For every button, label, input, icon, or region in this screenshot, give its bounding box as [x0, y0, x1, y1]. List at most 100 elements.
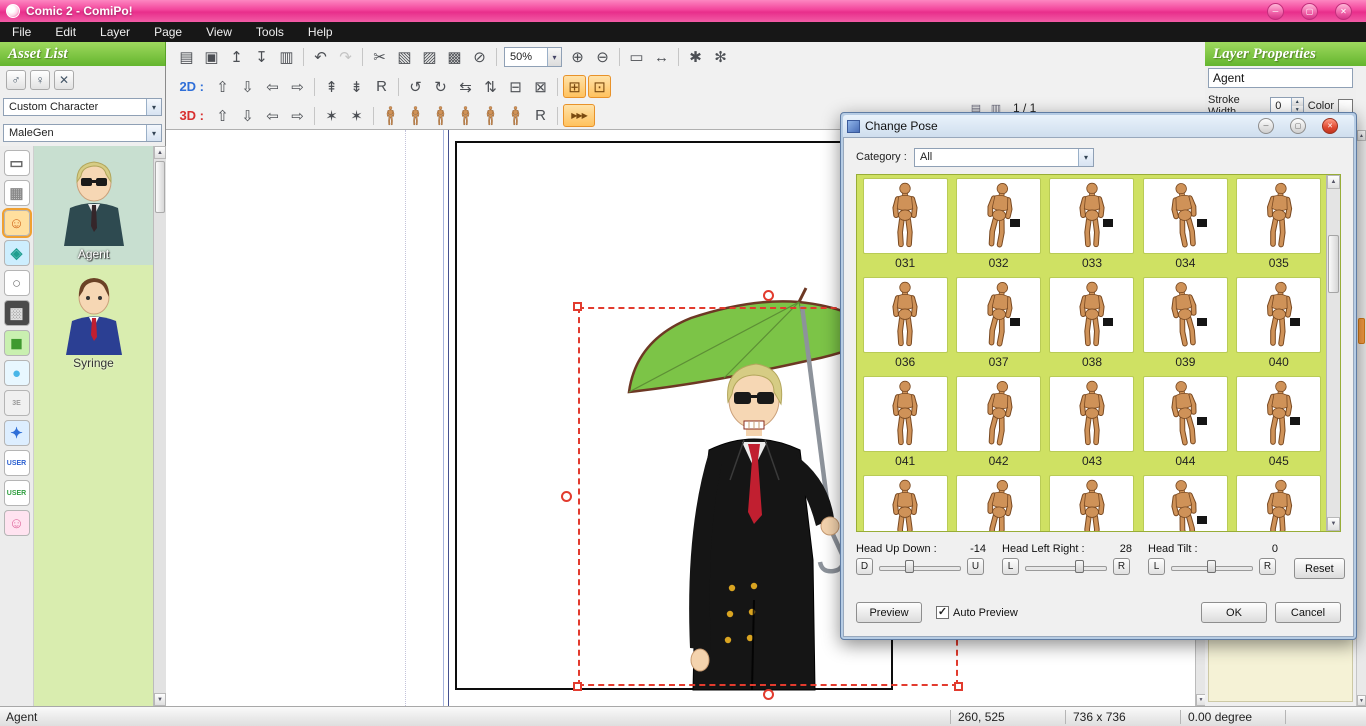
pose-option-040[interactable]: 040	[1234, 277, 1324, 376]
dialog-title-bar[interactable]: Change Pose ─ ▢ ✕	[843, 115, 1354, 137]
effect-3e-tool[interactable]: 3E	[4, 390, 30, 416]
pose-option-038[interactable]: 038	[1047, 277, 1137, 376]
toolbar-bring-forward[interactable]: ⇞	[320, 75, 343, 98]
pose-option-041[interactable]: 041	[860, 376, 950, 475]
toolbar-zoom-in[interactable]: ⊕	[566, 46, 589, 69]
head-left-right-slider[interactable]	[1023, 558, 1109, 575]
resize-handle-top-left[interactable]	[573, 302, 582, 311]
toolbar-cut[interactable]: ✂	[368, 46, 391, 69]
pose-option-partial[interactable]	[860, 475, 950, 532]
toolbar-move-left-3d[interactable]: ⇦	[261, 104, 284, 127]
toolbar-turn-body-left[interactable]	[379, 104, 402, 127]
pose-option-039[interactable]: 039	[1140, 277, 1230, 376]
pose-option-033[interactable]: 033	[1047, 178, 1137, 277]
toolbar-rotate-view-right[interactable]: ✶	[345, 104, 368, 127]
toolbar-pose-default[interactable]	[504, 104, 527, 127]
pose-option-partial[interactable]	[1047, 475, 1137, 532]
toolbar-rotate-ccw[interactable]: ↺	[404, 75, 427, 98]
head-tilt-slider[interactable]	[1169, 558, 1255, 575]
menu-view[interactable]: View	[194, 22, 244, 42]
scroll-up-icon[interactable]: ▲	[154, 146, 166, 159]
resize-handle-bottom-right[interactable]	[954, 682, 963, 691]
layer-name-input[interactable]	[1208, 68, 1353, 88]
character-tool[interactable]: ☺	[4, 210, 30, 236]
category-select[interactable]: All ▾	[914, 148, 1094, 167]
toolbar-flip-vertical[interactable]: ⇅	[479, 75, 502, 98]
toolbar-rotate-view-left[interactable]: ✶	[320, 104, 343, 127]
pose-option-partial[interactable]	[1140, 475, 1230, 532]
right-vertical-scrollbar[interactable]: ▲ ▼	[1356, 130, 1366, 706]
toolbar-move-down-3d[interactable]: ⇩	[236, 104, 259, 127]
frame-tool[interactable]: ▦	[4, 180, 30, 206]
pose-option-034[interactable]: 034	[1140, 178, 1230, 277]
add-character-male[interactable]: ♂	[6, 70, 26, 90]
scroll-down-icon[interactable]: ▼	[1357, 695, 1366, 706]
menu-help[interactable]: Help	[296, 22, 345, 42]
scroll-thumb[interactable]	[1358, 318, 1365, 344]
menu-file[interactable]: File	[0, 22, 43, 42]
toolbar-paste[interactable]: ▨	[418, 46, 441, 69]
toolbar-mirror[interactable]: ⊠	[529, 75, 552, 98]
toolbar-print-setup[interactable]: ▥	[275, 46, 298, 69]
toolbar-undo[interactable]: ↶	[309, 46, 332, 69]
pose-option-044[interactable]: 044	[1140, 376, 1230, 475]
pose-option-031[interactable]: 031	[860, 178, 950, 277]
toolbar-flip-horizontal[interactable]: ⇆	[454, 75, 477, 98]
pose-option-036[interactable]: 036	[860, 277, 950, 376]
toolbar-fit-page[interactable]: ▭	[625, 46, 648, 69]
3d-box-item-tool[interactable]: ◼	[4, 330, 30, 356]
toolbar-move-left[interactable]: ⇦	[261, 75, 284, 98]
slider-thumb[interactable]	[905, 560, 914, 573]
toolbar-move-down[interactable]: ⇩	[236, 75, 259, 98]
toolbar-import-image[interactable]: ↧	[250, 46, 273, 69]
effect-flash-tool[interactable]: ✦	[4, 420, 30, 446]
cancel-button[interactable]: Cancel	[1275, 602, 1341, 623]
asset-list-scrollbar[interactable]: ▲ ▼	[153, 146, 166, 706]
rotate-handle-bottom[interactable]	[763, 689, 774, 700]
toolbar-move-up[interactable]: ⇧	[211, 75, 234, 98]
2d-item-tool[interactable]: ▩	[4, 300, 30, 326]
toolbar-copy[interactable]: ▧	[393, 46, 416, 69]
toolbar-show-frame[interactable]: ⊡	[588, 75, 611, 98]
dialog-close-button[interactable]: ✕	[1322, 118, 1338, 134]
menu-edit[interactable]: Edit	[43, 22, 88, 42]
window-close-button[interactable]: ✕	[1335, 3, 1352, 20]
toolbar-rotate-cw[interactable]: ↻	[429, 75, 452, 98]
toolbar-print[interactable]: ▤	[175, 46, 198, 69]
toolbar-move-right[interactable]: ⇨	[286, 75, 309, 98]
stroke-color-swatch[interactable]	[1338, 99, 1353, 113]
asset-item-syringe[interactable]: Syringe	[34, 265, 153, 374]
dialog-maximize-button[interactable]: ▢	[1290, 118, 1306, 134]
rotate-handle-top[interactable]	[763, 290, 774, 301]
user-3d-tool[interactable]: USER	[4, 480, 30, 506]
user-2d-tool[interactable]: USER	[4, 450, 30, 476]
toolbar-export-image[interactable]: ↥	[225, 46, 248, 69]
toolbar-zoom-out[interactable]: ⊖	[591, 46, 614, 69]
scroll-thumb[interactable]	[1328, 235, 1339, 293]
toolbar-delete[interactable]: ⊘	[468, 46, 491, 69]
resize-handle-bottom-left[interactable]	[573, 682, 582, 691]
add-character-female[interactable]: ♀	[30, 70, 50, 90]
menu-page[interactable]: Page	[142, 22, 194, 42]
pose-grid-scrollbar[interactable]: ▲ ▼	[1326, 175, 1340, 531]
select-tool[interactable]: ▭	[4, 150, 30, 176]
head-tilt-increase-button[interactable]: R	[1259, 558, 1276, 575]
toolbar-send-backward[interactable]: ⇟	[345, 75, 368, 98]
toolbar-move-up-3d[interactable]: ⇧	[211, 104, 234, 127]
toolbar-settings[interactable]: ✻	[709, 46, 732, 69]
menu-layer[interactable]: Layer	[88, 22, 142, 42]
pose-option-032[interactable]: 032	[953, 178, 1043, 277]
head-up-down-slider[interactable]	[877, 558, 963, 575]
asset-item-agent[interactable]: Agent	[34, 146, 153, 265]
head-up-down-increase-button[interactable]: U	[967, 558, 984, 575]
asset-subcategory-select[interactable]: MaleGen ▾	[3, 124, 162, 142]
user-character-tool[interactable]: ☺	[4, 510, 30, 536]
pose-option-partial[interactable]	[953, 475, 1043, 532]
slider-thumb[interactable]	[1207, 560, 1216, 573]
toolbar-face-front[interactable]	[429, 104, 452, 127]
head-left-right-increase-button[interactable]: R	[1113, 558, 1130, 575]
asset-category-select[interactable]: Custom Character ▾	[3, 98, 162, 116]
toolbar-save[interactable]: ▣	[200, 46, 223, 69]
title-bar[interactable]: Comic 2 - ComiPo! ─▢✕	[0, 0, 1366, 22]
balloon-tool[interactable]: ○	[4, 270, 30, 296]
